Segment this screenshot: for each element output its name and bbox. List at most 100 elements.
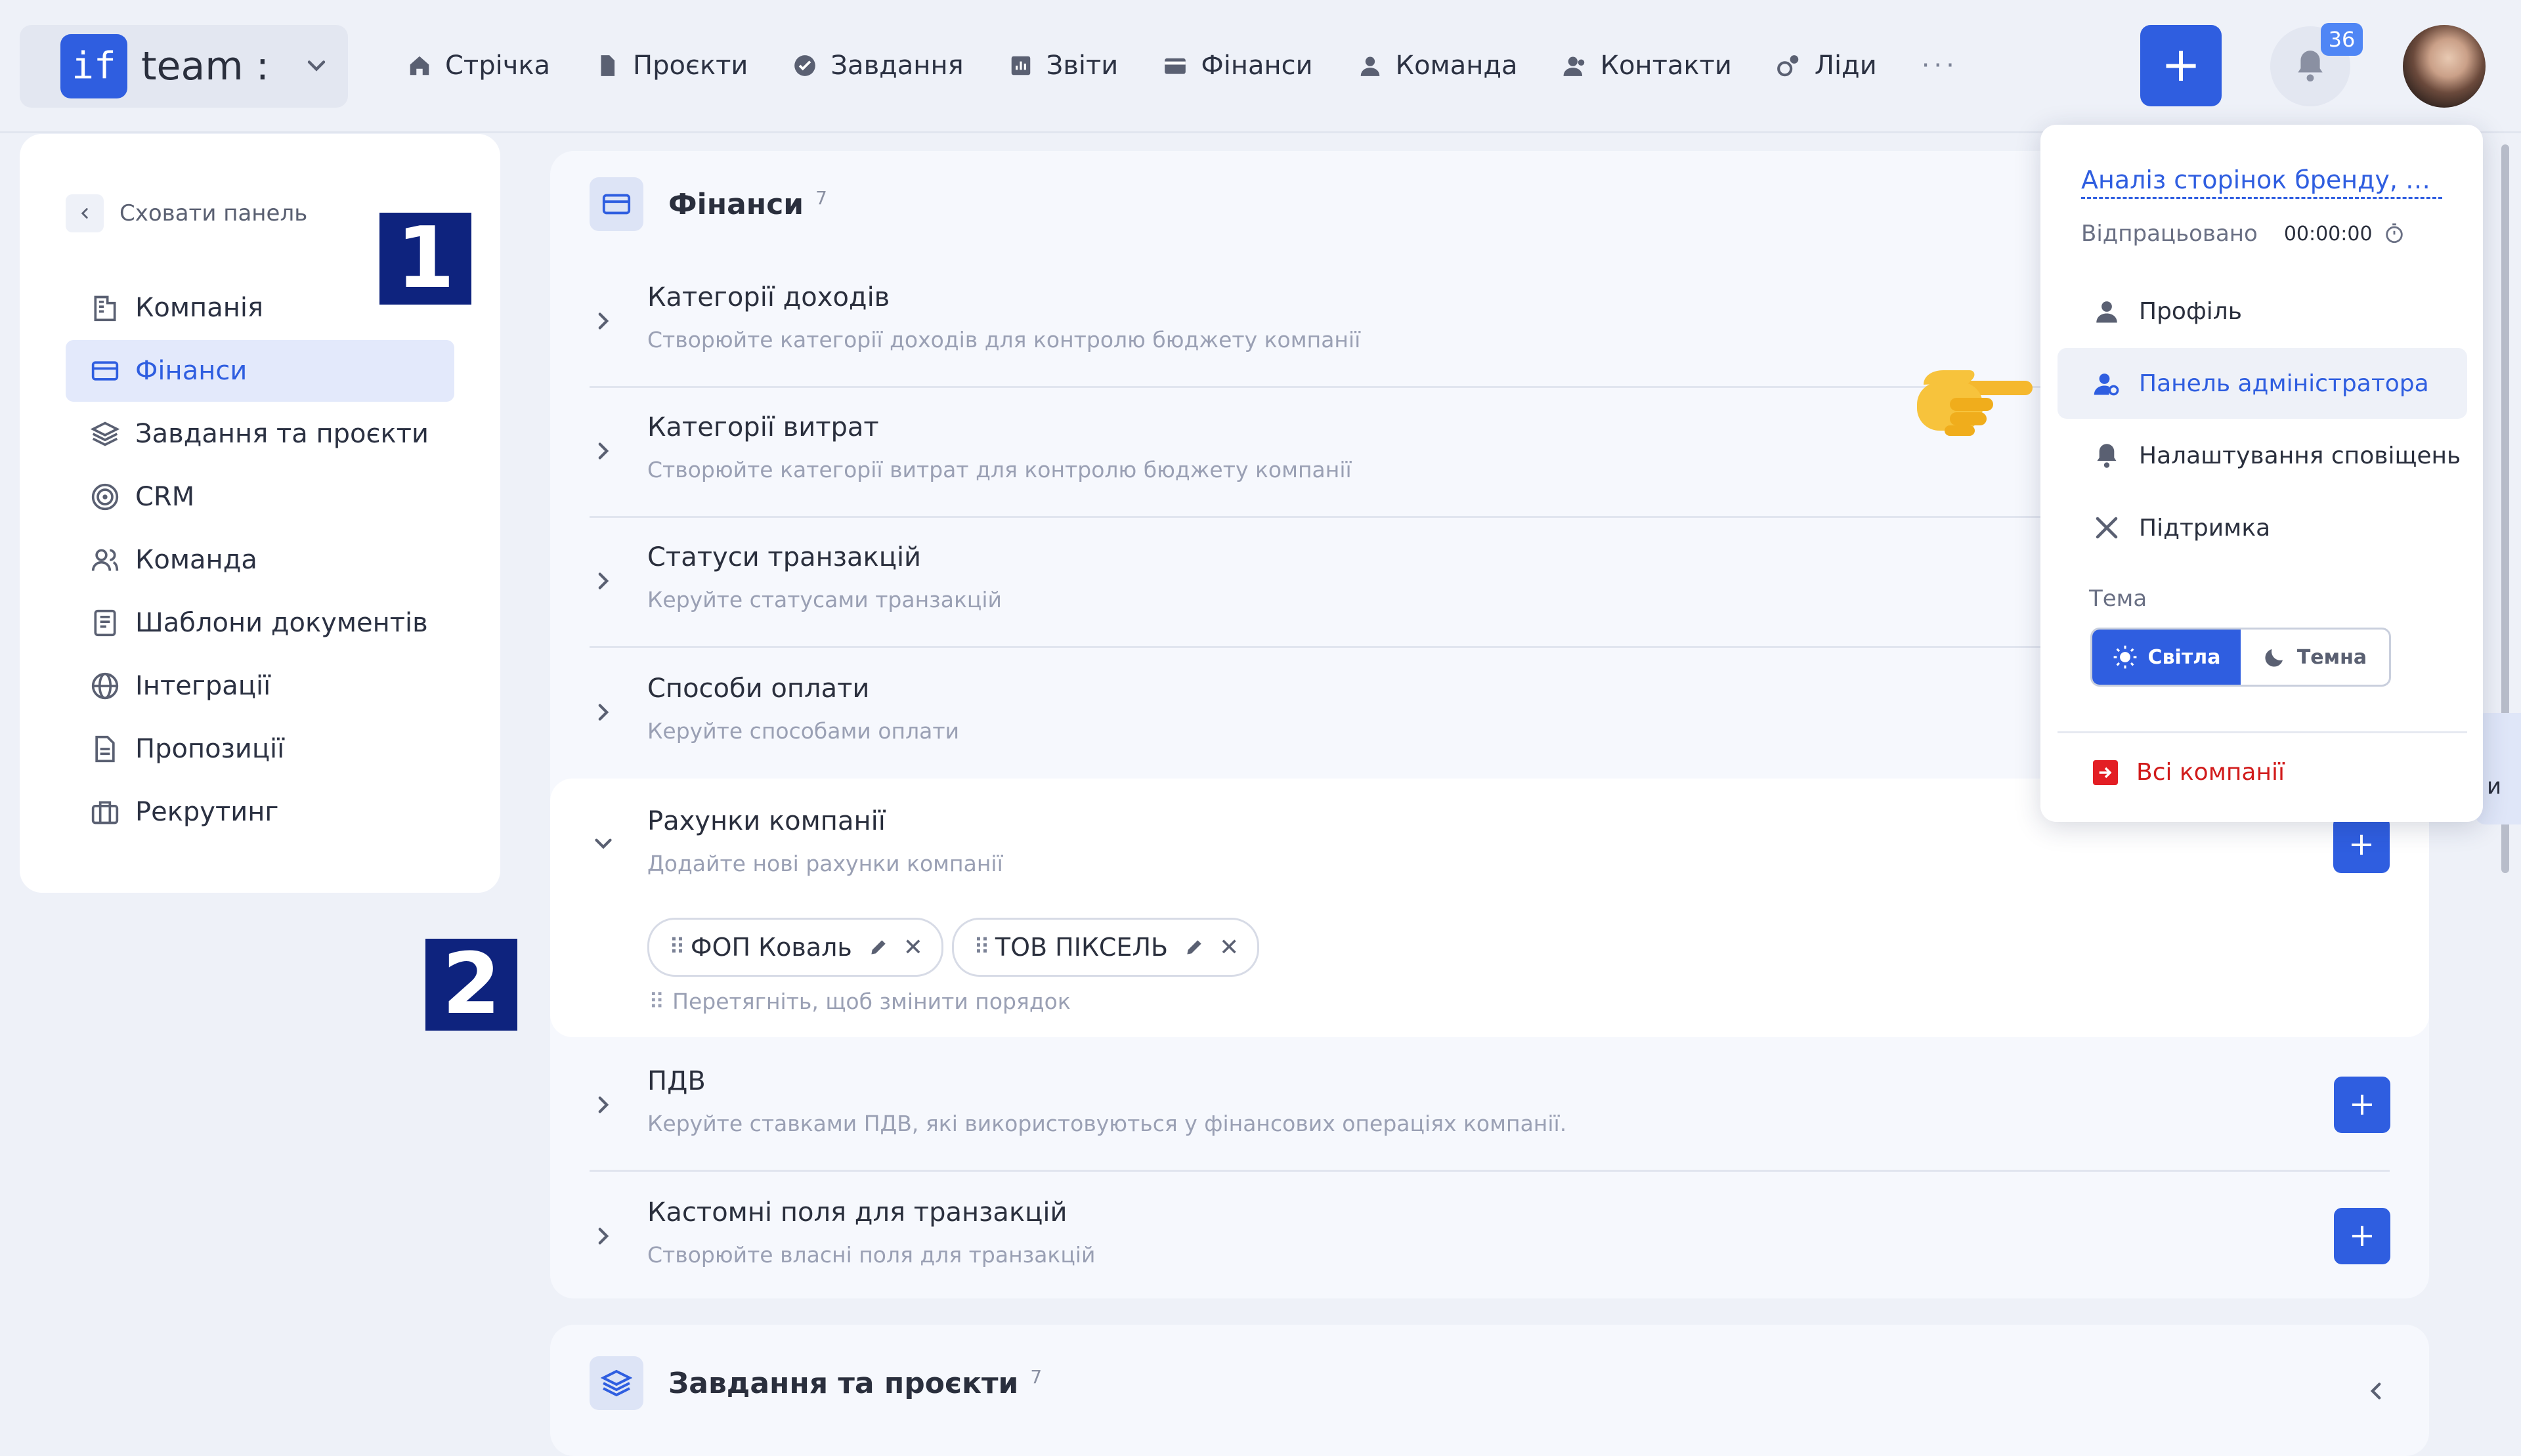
nav-more-button[interactable]: ··· [1922,51,1958,81]
row-subtitle: Створюйте власні поля для транзакцій [647,1242,1096,1268]
brand-name: team : [141,43,269,89]
sidebar-item-crm[interactable]: CRM [66,466,454,528]
nav-item-projects[interactable]: Проєкти [595,51,748,81]
settings-row-vat[interactable]: ПДВ Керуйте ставками ПДВ, які використов… [590,1040,2390,1172]
sidebar-item-recruiting[interactable]: Рекрутинг [66,781,454,843]
section-title: Завдання та проєкти [668,1366,1019,1400]
sidebar-item-finance[interactable]: Фінанси [66,340,454,402]
pencil-icon[interactable] [1184,937,1205,958]
sidebar-item-label: Компанія [135,293,264,323]
layers-icon [590,1356,643,1410]
nav-item-reports[interactable]: Звіти [1008,51,1118,81]
globe-icon [91,672,119,700]
theme-dark-label: Темна [2296,645,2367,669]
tools-icon [2096,517,2118,539]
chevron-left-icon[interactable] [2362,1377,2390,1405]
nav-item-tasks[interactable]: Завдання [792,51,964,81]
add-account-button[interactable]: + [2333,817,2390,873]
theme-light-option[interactable]: Світла [2092,630,2241,685]
row-title: Категорії витрат [647,412,879,442]
brand-logo: if [60,34,127,98]
side-panel-tab-text: и [2487,773,2502,800]
user-avatar[interactable] [2403,25,2486,108]
nav-item-feed[interactable]: Стрічка [407,51,550,81]
add-vat-button[interactable]: + [2334,1077,2390,1133]
nav-label: Контакти [1600,51,1732,81]
all-companies-label: Всі компанії [2136,759,2285,786]
sidebar-item-label: Фінанси [135,356,248,386]
drag-handle-icon[interactable]: ⠿ [974,934,990,960]
sun-icon [2113,645,2136,669]
worked-time-value: 00:00:00 [2283,222,2373,246]
chevron-right-icon [598,572,609,589]
report-icon [1011,56,1030,75]
theme-label: Тема [2089,586,2147,612]
nav-item-finance[interactable]: Фінанси [1163,51,1313,81]
users-icon [91,549,119,571]
menu-item-label: Підтримка [2139,514,2271,542]
sidebar-item-team[interactable]: Команда [66,529,454,591]
sidebar-item-tasks-projects[interactable]: Завдання та проєкти [66,403,454,465]
chevron-left-icon [66,194,104,232]
hide-panel-label: Сховати панель [119,200,308,226]
drag-handle-icon[interactable]: ⠿ [669,934,685,960]
card-icon [91,361,119,381]
workspace-switcher[interactable]: if team : [20,25,348,108]
menu-item-label: Панель адміністратора [2139,370,2429,397]
nav-label: Ліди [1814,51,1877,81]
sidebar-item-integrations[interactable]: Інтеграції [66,655,454,717]
user-icon [2096,301,2117,323]
current-task-link[interactable]: Аналіз сторінок бренду, аудит [2081,165,2442,199]
row-title: Способи оплати [647,674,870,704]
settings-row-custom-fields[interactable]: Кастомні поля для транзакцій Створюйте в… [590,1171,2390,1301]
stopwatch-icon[interactable] [2383,223,2405,245]
annotation-badge-2: 2 [425,939,517,1031]
all-companies-button[interactable]: Всі компанії [2093,759,2285,786]
menu-item-admin-panel[interactable]: Панель адміністратора [2058,348,2467,419]
close-icon[interactable]: ✕ [903,934,923,961]
user-menu-dropdown: Аналіз сторінок бренду, аудит Відпрацьов… [2040,125,2483,822]
menu-item-notification-settings[interactable]: Налаштування сповіщень [2058,420,2467,491]
pointing-hand-icon [1917,370,2033,436]
nav-item-team[interactable]: Команда [1358,51,1518,81]
file-icon [601,55,615,76]
nav-label: Завдання [830,51,964,81]
theme-toggle: Світла Темна [2090,628,2391,687]
quick-add-button[interactable]: + [2140,25,2222,106]
chevron-right-icon [598,312,609,330]
theme-light-label: Світла [2147,645,2221,669]
layers-icon [91,421,119,446]
target-icon [91,483,119,511]
account-chip[interactable]: ⠿ ТОВ ПІКСЕЛЬ ✕ [952,918,1260,977]
menu-item-label: Профіль [2139,297,2242,325]
check-circle-icon [794,55,816,76]
drag-hint: ⠿ Перетягніть, щоб змінити порядок [649,989,1071,1014]
menu-item-profile[interactable]: Профіль [2058,276,2467,347]
nav-item-contacts[interactable]: Контакти [1562,51,1732,81]
bell-icon [2097,444,2117,468]
pencil-icon[interactable] [868,937,889,958]
hide-panel-button[interactable]: Сховати панель [66,194,307,232]
chevron-down-icon [307,60,326,72]
sidebar-item-proposals[interactable]: Пропозиції [66,718,454,780]
add-custom-field-button[interactable]: + [2334,1208,2390,1264]
account-chip[interactable]: ⠿ ФОП Коваль ✕ [647,918,943,977]
briefcase-icon [91,801,119,824]
sidebar-item-document-templates[interactable]: Шаблони документів [66,592,454,654]
chevron-right-icon [598,1228,609,1245]
chevron-down-icon[interactable] [590,830,617,857]
sidebar-item-label: Шаблони документів [135,608,428,638]
top-bar: if team : Стрічка Проєкти Завдання Звіти… [0,0,2521,133]
account-name: ФОП Коваль [690,933,852,962]
close-icon[interactable]: ✕ [1219,934,1239,961]
account-name: ТОВ ПІКСЕЛЬ [995,933,1169,962]
nav-label: Стрічка [445,51,551,81]
sidebar-item-label: Пропозиції [135,734,285,764]
nav-item-leads[interactable]: Ліди [1777,51,1877,81]
card-icon [590,177,643,231]
chevron-right-icon [598,704,609,721]
theme-dark-option[interactable]: Темна [2241,630,2389,685]
menu-item-support[interactable]: Підтримка [2058,492,2467,563]
tasks-projects-header[interactable]: Завдання та проєкти 7 [590,1356,1042,1410]
proposal-icon [95,735,115,763]
